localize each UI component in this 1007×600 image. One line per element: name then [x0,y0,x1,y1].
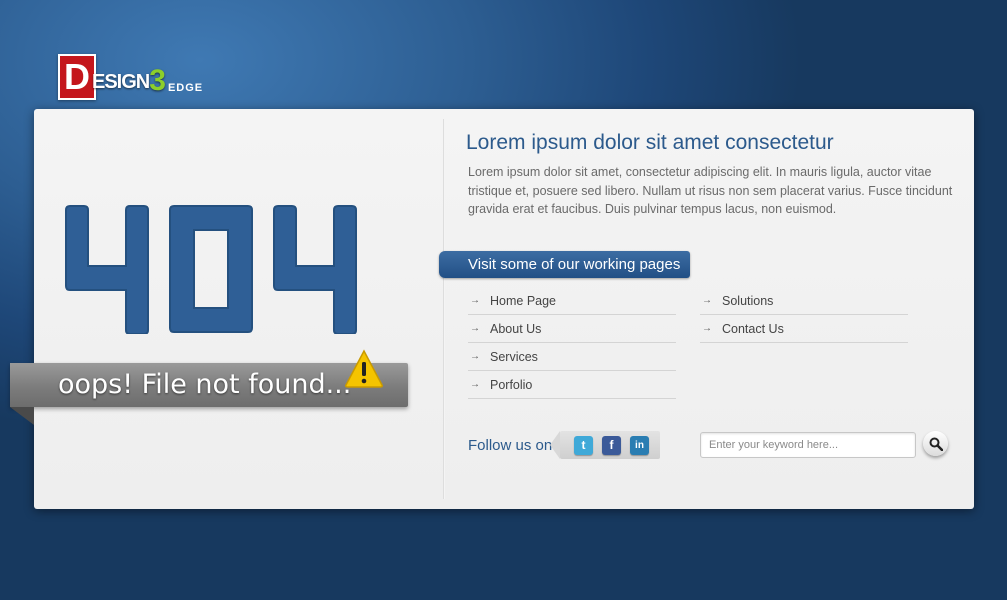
link-label[interactable]: About Us [490,322,541,336]
error-digit-3 [270,204,360,335]
digit-four-icon [65,205,149,335]
intro-text: Lorem ipsum dolor sit amet, consectetur … [468,165,953,216]
link-home-page[interactable]: → Home Page [468,287,676,315]
linkedin-icon[interactable]: in [630,435,649,455]
site-logo[interactable]: D ESIGN 3 EDGE [58,52,203,100]
search-input[interactable] [700,432,916,458]
error-digit-1 [62,204,152,335]
link-label[interactable]: Solutions [722,294,773,308]
social-links: t f in [550,431,660,459]
search-icon [929,437,943,451]
twitter-icon[interactable]: t [574,435,593,455]
link-services[interactable]: → Services [468,343,676,371]
link-label[interactable]: Services [490,350,538,364]
logo-letter-box: D [58,54,96,100]
logo-word: ESIGN [92,71,150,93]
arrow-right-icon: → [470,323,480,334]
arrow-right-icon: → [702,295,712,306]
arrow-right-icon: → [470,379,480,390]
link-about-us[interactable]: → About Us [468,315,676,343]
error-card: oops! File not found... Lorem ipsum dolo… [10,109,974,509]
follow-us-label: Follow us on [468,437,553,454]
working-pages-tab: Visit some of our working pages [439,251,690,278]
error-digit-2 [166,204,256,334]
logo-suffix: EDGE [167,82,204,94]
facebook-icon[interactable]: f [602,435,621,455]
content-heading: Lorem ipsum dolor sit amet consectetur [466,131,834,154]
link-portfolio[interactable]: → Porfolio [468,371,676,399]
ribbon-fold [10,407,34,425]
error-code [62,204,360,335]
link-label[interactable]: Contact Us [722,322,784,336]
links-column-1: → Home Page → About Us → Services → Porf… [468,287,676,399]
arrow-right-icon: → [470,295,480,306]
arrow-right-icon: → [470,351,480,362]
column-divider [443,119,445,499]
logo-number: 3 [149,64,166,97]
digit-zero-icon [169,205,253,333]
link-solutions[interactable]: → Solutions [700,287,908,315]
working-pages-label: Visit some of our working pages [468,256,681,273]
link-label[interactable]: Porfolio [490,378,532,392]
error-message: oops! File not found... [58,369,352,400]
link-contact-us[interactable]: → Contact Us [700,315,908,343]
social-notch [550,431,560,459]
arrow-right-icon: → [702,323,712,334]
warning-triangle-icon [345,349,383,388]
search-button[interactable] [923,431,948,456]
links-column-2: → Solutions → Contact Us [700,287,908,343]
digit-four-icon [273,205,357,335]
link-label[interactable]: Home Page [490,294,556,308]
